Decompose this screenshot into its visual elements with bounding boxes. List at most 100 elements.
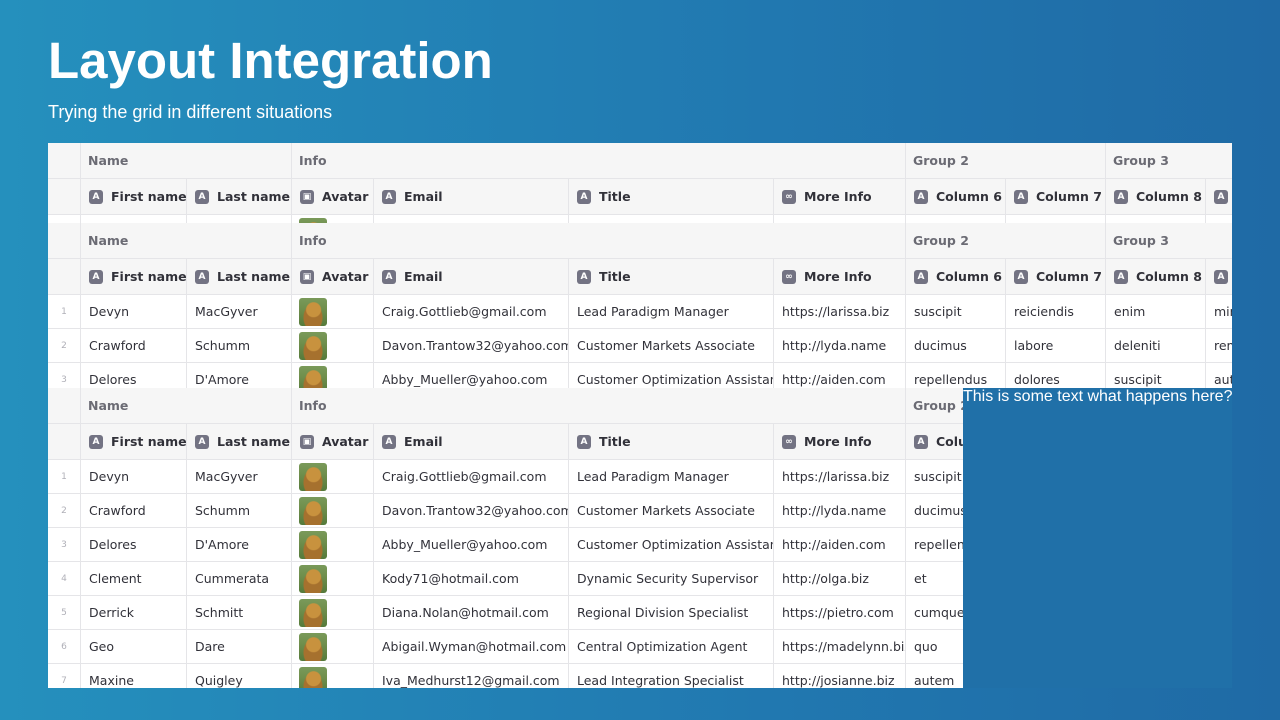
column-header[interactable]: A Column 7	[1006, 259, 1106, 294]
table-cell[interactable]: Lead Paradigm Manager	[569, 295, 774, 328]
table-cell[interactable]	[292, 664, 374, 688]
table-cell[interactable]: Clement	[81, 562, 187, 595]
table-cell[interactable]: Kody71@hotmail.com	[374, 562, 569, 595]
table-cell[interactable]: Maxine	[81, 664, 187, 688]
column-header[interactable]: A Column 7	[1006, 179, 1106, 214]
column-header[interactable]: A First name	[81, 259, 187, 294]
table-cell[interactable]	[187, 215, 292, 223]
table-cell[interactable]: repellendus	[906, 528, 963, 561]
column-header[interactable]: A Column 6	[906, 179, 1006, 214]
column-header[interactable]: A Column 6	[906, 259, 1006, 294]
table-cell[interactable]: Abby_Mueller@yahoo.com	[374, 528, 569, 561]
table-cell[interactable]: suscipit	[906, 295, 1006, 328]
table-cell[interactable]	[292, 329, 374, 362]
data-grid-3[interactable]: NameInfoGroup 2Group 3 A First name A Last n…	[48, 388, 963, 688]
table-cell[interactable]: Dynamic Security Supervisor	[569, 562, 774, 595]
table-cell[interactable]: https://larissa.biz	[774, 460, 906, 493]
table-cell[interactable]: Abby_Mueller@yahoo.com	[374, 363, 569, 388]
table-cell[interactable]: Cummerata	[187, 562, 292, 595]
group-header[interactable]: Group 2	[906, 223, 1106, 258]
table-cell[interactable]: et	[906, 562, 963, 595]
table-cell[interactable]	[292, 596, 374, 629]
table-cell[interactable]: Dare	[187, 630, 292, 663]
column-header[interactable]: A Column 8	[1106, 259, 1206, 294]
table-row[interactable]: 2 Crawford Schumm Davon.Trantow32@yahoo.com…	[48, 494, 963, 528]
table-cell[interactable]: Regional Division Specialist	[569, 596, 774, 629]
table-cell[interactable]: Schumm	[187, 329, 292, 362]
table-cell[interactable]: Lead Paradigm Manager	[569, 460, 774, 493]
table-row[interactable]: 2 Crawford Schumm Davon.Trantow32@yahoo.com…	[48, 329, 1232, 363]
table-cell[interactable]: rem	[1206, 329, 1232, 362]
group-header[interactable]: Group 2	[906, 143, 1106, 178]
group-header[interactable]: Name	[81, 143, 292, 178]
table-cell[interactable]: Devyn	[81, 295, 187, 328]
table-cell[interactable]: autem	[906, 664, 963, 688]
table-cell[interactable]: dolores	[1006, 363, 1106, 388]
table-row[interactable]: 1 Devyn MacGyver Craig.Gottlieb@gmail.com Le…	[48, 460, 963, 494]
table-cell[interactable]: Derrick	[81, 596, 187, 629]
table-row[interactable]	[48, 215, 1232, 223]
column-header[interactable]: A Column 8	[1106, 179, 1206, 214]
table-cell[interactable]: Customer Optimization Assistant	[569, 363, 774, 388]
table-cell[interactable]: Geo	[81, 630, 187, 663]
table-cell[interactable]: http://aiden.com	[774, 528, 906, 561]
table-cell[interactable]: cumque	[906, 596, 963, 629]
data-grid-2[interactable]: Name Info Group 2 Group 3 A First name A Last n…	[48, 223, 1232, 388]
table-cell[interactable]: Diana.Nolan@hotmail.com	[374, 596, 569, 629]
table-cell[interactable]: minima	[1206, 295, 1232, 328]
table-cell[interactable]: ducimus	[906, 329, 1006, 362]
column-header[interactable]: A Column 6	[906, 424, 963, 459]
table-cell[interactable]: http://olga.biz	[774, 562, 906, 595]
table-cell[interactable]: Delores	[81, 528, 187, 561]
table-cell[interactable]: Craig.Gottlieb@gmail.com	[374, 460, 569, 493]
table-cell[interactable]	[292, 295, 374, 328]
table-cell[interactable]: suscipit	[906, 460, 963, 493]
table-cell[interactable]: reiciendis	[1006, 295, 1106, 328]
column-header[interactable]: A First name	[81, 179, 187, 214]
column-header[interactable]: A Email	[374, 179, 569, 214]
column-header[interactable]: ∞ More Info	[774, 259, 906, 294]
table-cell[interactable]: Craig.Gottlieb@gmail.com	[374, 295, 569, 328]
table-cell[interactable]: https://madelynn.biz	[774, 630, 906, 663]
column-header[interactable]: A Email	[374, 259, 569, 294]
table-cell[interactable]	[292, 363, 374, 388]
table-row[interactable]: 3 Delores D'Amore Abby_Mueller@yahoo.com Cus…	[48, 528, 963, 562]
table-cell[interactable]: Crawford	[81, 329, 187, 362]
table-cell[interactable]	[292, 630, 374, 663]
column-header[interactable]: A Title	[569, 179, 774, 214]
table-cell[interactable]: MacGyver	[187, 460, 292, 493]
table-cell[interactable]: Quigley	[187, 664, 292, 688]
column-header[interactable]: A Last name	[187, 259, 292, 294]
table-cell[interactable]	[569, 215, 774, 223]
table-cell[interactable]: Central Optimization Agent	[569, 630, 774, 663]
table-cell[interactable]: ducimus	[906, 494, 963, 527]
table-cell[interactable]: enim	[1106, 295, 1206, 328]
table-cell[interactable]	[292, 494, 374, 527]
column-header[interactable]: A Last name	[187, 179, 292, 214]
table-cell[interactable]	[292, 562, 374, 595]
table-cell[interactable]: D'Amore	[187, 363, 292, 388]
column-header[interactable]: A Title	[569, 424, 774, 459]
data-grid-1[interactable]: Name Info Group 2 Group 3 A First name A Last n…	[48, 143, 1232, 223]
table-row[interactable]: 1 Devyn MacGyver Craig.Gottlieb@gmail.com Le…	[48, 295, 1232, 329]
table-cell[interactable]: MacGyver	[187, 295, 292, 328]
table-cell[interactable]: Abigail.Wyman@hotmail.com	[374, 630, 569, 663]
table-row[interactable]: 7 Maxine Quigley Iva_Medhurst12@gmail.com Le…	[48, 664, 963, 688]
column-header[interactable]: AColumn 9	[1206, 179, 1232, 214]
group-header[interactable]: Group 3	[1106, 143, 1232, 178]
group-header[interactable]: Info	[292, 143, 906, 178]
table-cell[interactable]	[1106, 215, 1206, 223]
column-header[interactable]: ∞ More Info	[774, 424, 906, 459]
table-row[interactable]: 6 Geo Dare Abigail.Wyman@hotmail.com Central…	[48, 630, 963, 664]
table-cell[interactable]: deleniti	[1106, 329, 1206, 362]
table-cell[interactable]	[292, 528, 374, 561]
table-cell[interactable]: Delores	[81, 363, 187, 388]
column-header[interactable]: ▣ Avatar	[292, 424, 374, 459]
table-cell[interactable]: Customer Markets Associate	[569, 494, 774, 527]
table-cell[interactable]: http://aiden.com	[774, 363, 906, 388]
column-header[interactable]: A Email	[374, 424, 569, 459]
table-cell[interactable]: Iva_Medhurst12@gmail.com	[374, 664, 569, 688]
group-header[interactable]: Info	[292, 388, 906, 423]
table-cell[interactable]: aut	[1206, 363, 1232, 388]
table-cell[interactable]	[81, 215, 187, 223]
